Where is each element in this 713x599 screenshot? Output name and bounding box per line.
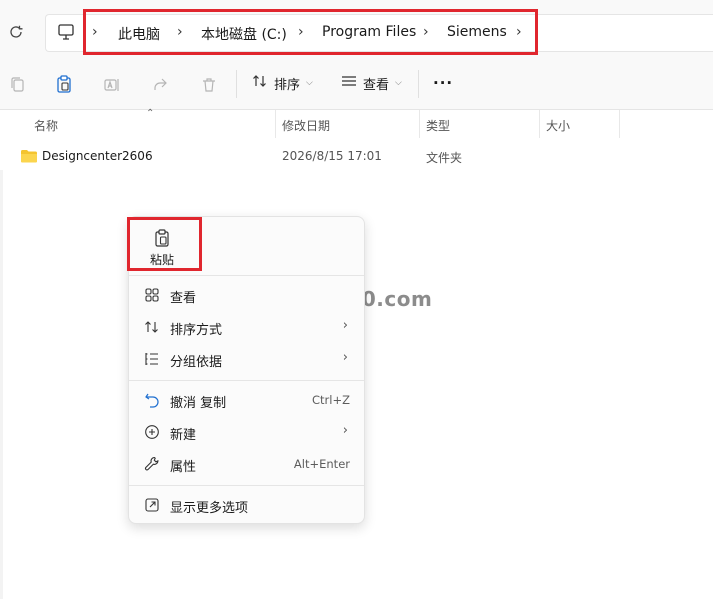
column-type[interactable]: 类型 (426, 117, 450, 134)
toolbar-divider (236, 70, 237, 98)
chevron-down-icon: ⌵ (395, 78, 402, 88)
view-label: 查看 (363, 77, 390, 93)
menu-item-label: 新建 (170, 428, 197, 443)
column-header-row: 名称 修改日期 类型 大小 (0, 110, 713, 138)
breadcrumb-this-pc[interactable]: 此电脑 (118, 24, 160, 44)
folder-icon (20, 148, 38, 168)
menu-item-group-by[interactable]: 分组依据 › (129, 344, 364, 374)
undo-icon (143, 391, 161, 409)
menu-item-undo-copy[interactable]: 撤消 复制 Ctrl+Z (129, 385, 364, 415)
table-row[interactable]: Designcenter2606 2026/8/15 17:01 文件夹 (0, 142, 713, 170)
paste-icon[interactable] (152, 228, 172, 248)
column-divider[interactable] (419, 110, 420, 138)
open-external-icon (143, 496, 161, 514)
chevron-right-icon[interactable]: › (423, 24, 429, 40)
copy-icon[interactable] (6, 73, 30, 97)
menu-item-label: 排序方式 (170, 323, 223, 338)
chevron-right-icon[interactable]: › (516, 24, 522, 40)
column-size[interactable]: 大小 (546, 117, 570, 134)
chevron-right-icon[interactable]: › (92, 24, 98, 40)
menu-item-label: 显示更多选项 (170, 501, 249, 516)
menu-item-sort-by[interactable]: 排序方式 › (129, 312, 364, 342)
shortcut-properties: Alt+Enter (293, 457, 350, 471)
chevron-right-icon[interactable]: › (298, 24, 304, 40)
menu-divider (129, 380, 364, 381)
rename-icon[interactable] (100, 73, 124, 97)
menu-item-show-more-options[interactable]: 显示更多选项 (129, 490, 364, 520)
nav-pane-edge (0, 170, 3, 599)
column-divider[interactable] (275, 110, 276, 138)
shortcut-undo: Ctrl+Z (312, 393, 350, 407)
grid-icon (143, 286, 161, 304)
sort-label: 排序 (274, 77, 301, 93)
menu-item-view[interactable]: 查看 (129, 280, 364, 310)
wrench-icon (143, 455, 161, 473)
chevron-right-icon: › (342, 423, 348, 438)
breadcrumb-siemens[interactable]: Siemens (447, 24, 507, 40)
breadcrumb-local-disk[interactable]: 本地磁盘 (C:) (201, 24, 287, 44)
chevron-right-icon: › (342, 350, 348, 365)
column-name[interactable]: 名称 (34, 117, 58, 134)
column-divider[interactable] (539, 110, 540, 138)
view-button[interactable]: 查看 ⌵ (341, 71, 402, 95)
menu-divider (129, 275, 364, 276)
sort-icon (252, 73, 268, 93)
menu-item-label: 属性 (170, 460, 197, 475)
menu-item-label: 查看 (170, 291, 197, 306)
paste-label[interactable]: 粘贴 (150, 251, 174, 268)
delete-icon[interactable] (197, 73, 221, 97)
file-name: Designcenter2606 (42, 149, 153, 163)
chevron-right-icon: › (342, 318, 348, 333)
file-modified: 2026/8/15 17:01 (282, 149, 382, 163)
paste-icon[interactable] (52, 72, 76, 96)
share-icon[interactable] (148, 73, 172, 97)
column-modified[interactable]: 修改日期 (282, 117, 330, 134)
menu-item-properties[interactable]: 属性 Alt+Enter (129, 449, 364, 479)
sort-icon (143, 318, 161, 336)
breadcrumb-program-files[interactable]: Program Files (322, 24, 416, 40)
menu-item-new[interactable]: 新建 › (129, 417, 364, 447)
toolbar-divider (418, 70, 419, 98)
column-divider[interactable] (619, 110, 620, 138)
plus-circle-icon (143, 423, 161, 441)
menu-divider (129, 485, 364, 486)
more-options-button[interactable]: ··· (433, 71, 453, 95)
chevron-right-icon[interactable]: › (177, 24, 183, 40)
sort-button[interactable]: 排序 ⌵ (252, 71, 313, 95)
menu-item-label: 分组依据 (170, 355, 223, 370)
view-list-icon (341, 73, 357, 93)
group-list-icon (143, 350, 161, 368)
menu-item-label: 撤消 复制 (170, 396, 227, 411)
chevron-down-icon: ⌵ (306, 78, 313, 88)
refresh-icon[interactable] (4, 20, 28, 44)
this-pc-icon[interactable] (56, 22, 76, 42)
file-type: 文件夹 (426, 151, 463, 165)
